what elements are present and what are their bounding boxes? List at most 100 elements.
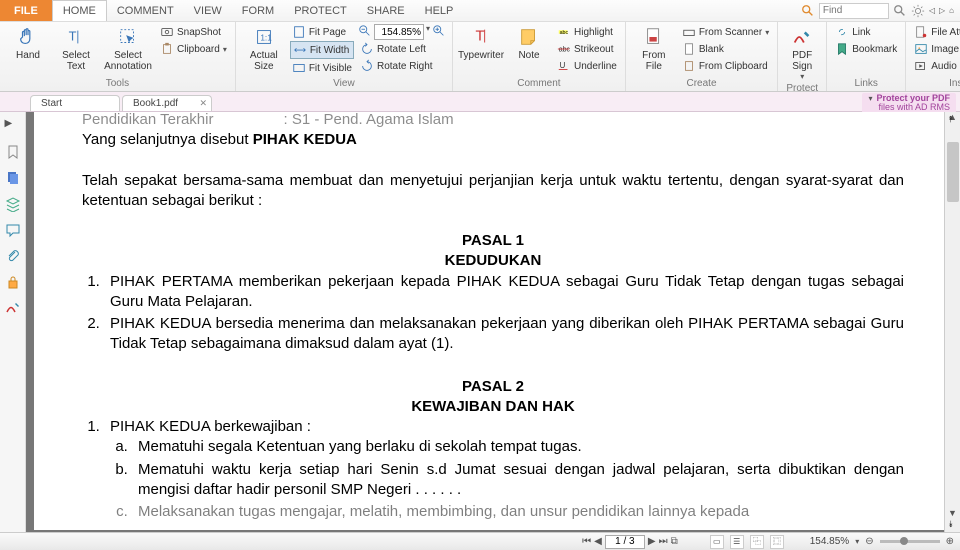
next-icon[interactable]: ▷	[939, 6, 945, 15]
group-view: 1:1Actual Size Fit Page Fit Width Fit Vi…	[236, 22, 453, 91]
page-input[interactable]	[605, 535, 645, 549]
pdf-sign[interactable]: PDF Sign▾	[784, 24, 820, 83]
zoom-in-icon[interactable]	[432, 24, 446, 38]
file-menu[interactable]: FILE	[0, 0, 52, 21]
note[interactable]: Note	[507, 24, 551, 63]
fit-width[interactable]: Fit Width	[290, 41, 354, 59]
security-panel-icon[interactable]	[5, 274, 21, 290]
tab-comment[interactable]: COMMENT	[107, 0, 184, 21]
gear-icon[interactable]	[911, 4, 925, 18]
strikeout[interactable]: abcStrikeout	[555, 41, 619, 57]
zoom-slider[interactable]	[880, 540, 940, 543]
first-page-icon[interactable]: ⏮	[582, 536, 591, 547]
scroll-down-icon[interactable]: ▼	[945, 508, 960, 518]
svg-text:1:1: 1:1	[260, 34, 272, 43]
doc-subheading: KEWAJIBAN DAN HAK	[82, 397, 904, 417]
view-continuous-icon[interactable]: ☰	[730, 535, 744, 549]
underline[interactable]: UUnderline	[555, 58, 619, 74]
expand-icon[interactable]: ⌂	[949, 6, 954, 15]
doctab-book1[interactable]: Book1.pdf✕	[122, 95, 212, 111]
tab-help[interactable]: HELP	[415, 0, 464, 21]
highlight[interactable]: abcHighlight	[555, 24, 619, 40]
doc-heading: PASAL 2	[82, 377, 904, 397]
zoom-out-btn[interactable]: ⊖	[865, 536, 873, 547]
find-input[interactable]	[819, 3, 889, 19]
nav-rail: ▶	[0, 112, 26, 532]
doc-heading: PASAL 1	[82, 231, 904, 251]
jump-bottom-icon[interactable]: ⯯	[948, 519, 953, 530]
zoom-in-btn[interactable]: ⊕	[946, 536, 954, 547]
list-item: Mematuhi waktu kerja setiap hari Senin s…	[132, 460, 904, 501]
menu-bar: FILE HOME COMMENT VIEW FORM PROTECT SHAR…	[0, 0, 960, 22]
doctab-start[interactable]: Start	[30, 95, 120, 111]
next-page-icon[interactable]: ▶	[648, 536, 656, 547]
doc-para: Telah sepakat bersama-sama membuat dan m…	[82, 171, 904, 212]
tab-share[interactable]: SHARE	[357, 0, 415, 21]
typewriter[interactable]: TTypewriter	[459, 24, 503, 63]
hand-tool[interactable]: Hand	[6, 24, 50, 63]
rotate-right[interactable]: Rotate Right	[358, 58, 446, 74]
document-tabs: Start Book1.pdf✕ ▾ Protect your PDFfiles…	[0, 92, 960, 112]
view-cont-facing-icon[interactable]: ⿴	[770, 535, 784, 549]
fit-visible[interactable]: Fit Visible	[290, 60, 354, 76]
close-icon[interactable]: ✕	[199, 98, 207, 109]
list-item: PIHAK KEDUA bersedia menerima dan melaks…	[104, 314, 904, 355]
view-single-icon[interactable]: ▭	[710, 535, 724, 549]
actual-size[interactable]: 1:1Actual Size	[242, 24, 286, 74]
last-page-icon[interactable]: ⏭	[659, 536, 668, 547]
view-facing-icon[interactable]: ⿻	[750, 535, 764, 549]
group-label: Tools	[6, 78, 229, 90]
audio-video[interactable]: Audio & Video	[912, 58, 960, 74]
clipboard[interactable]: Clipboard ▾	[158, 41, 229, 57]
from-clipboard[interactable]: From Clipboard	[680, 58, 771, 74]
select-text[interactable]: TSelect Text	[54, 24, 98, 74]
zoom-out-icon[interactable]	[358, 24, 372, 38]
snapshot[interactable]: SnapShot	[158, 24, 229, 40]
expand-nav-icon[interactable]: ▶	[5, 118, 21, 134]
scroll-thumb[interactable]	[947, 142, 959, 202]
comments-panel-icon[interactable]	[5, 222, 21, 238]
file-attachment[interactable]: File Attachment	[912, 24, 960, 40]
zoom-readout: 154.85%	[810, 536, 849, 547]
zoom-input[interactable]	[374, 24, 424, 40]
ribbon-tabs: HOME COMMENT VIEW FORM PROTECT SHARE HEL…	[52, 0, 464, 21]
prev-icon[interactable]: ◁	[929, 6, 935, 15]
tab-home[interactable]: HOME	[52, 0, 107, 21]
fit-page[interactable]: Fit Page	[290, 24, 354, 40]
svg-text:abc: abc	[560, 30, 569, 36]
list-item: PIHAK KEDUA berkewajiban : Mematuhi sega…	[104, 417, 904, 522]
bookmarks-panel-icon[interactable]	[5, 144, 21, 160]
select-annotation[interactable]: Select Annotation	[102, 24, 154, 74]
attachments-panel-icon[interactable]	[5, 248, 21, 264]
prev-page-icon[interactable]: ◀	[594, 536, 602, 547]
group-protect: PDF Sign▾ Protect	[778, 22, 827, 91]
svg-text:T: T	[69, 29, 77, 44]
sign-panel-icon[interactable]	[5, 300, 21, 316]
group-insert: File Attachment Image Annotation Audio &…	[906, 22, 960, 91]
tab-form[interactable]: FORM	[232, 0, 284, 21]
layers-panel-icon[interactable]	[5, 196, 21, 212]
list-item: Mematuhi segala Ketentuan yang berlaku d…	[132, 437, 904, 457]
tab-view[interactable]: VIEW	[184, 0, 232, 21]
pages-icon[interactable]: ⧉	[671, 536, 678, 547]
group-comment: TTypewriter Note abcHighlight abcStrikeo…	[453, 22, 626, 91]
search-icon	[801, 4, 815, 18]
page-view[interactable]: Pendidikan Terakhir: S1 - Pend. Agama Is…	[26, 112, 960, 532]
search-go-icon[interactable]	[893, 4, 907, 18]
jump-top-icon[interactable]: ⯭	[948, 114, 953, 125]
from-scanner[interactable]: From Scanner ▾	[680, 24, 771, 40]
svg-text:abc: abc	[559, 47, 571, 54]
svg-text:U: U	[560, 61, 566, 70]
group-create: From File From Scanner ▾ Blank From Clip…	[626, 22, 778, 91]
image-annotation[interactable]: Image Annotation	[912, 41, 960, 57]
pages-panel-icon[interactable]	[5, 170, 21, 186]
tab-protect[interactable]: PROTECT	[284, 0, 357, 21]
from-file[interactable]: From File	[632, 24, 676, 74]
blank[interactable]: Blank	[680, 41, 771, 57]
rotate-left[interactable]: Rotate Left	[358, 41, 446, 57]
list-item: Melaksanakan tugas mengajar, melatih, me…	[132, 502, 904, 522]
vertical-scrollbar[interactable]: ⯭ ▲ ▼ ⯯	[944, 112, 960, 532]
bookmark[interactable]: Bookmark	[833, 41, 899, 57]
ad-banner[interactable]: ▾ Protect your PDFfiles with AD RMS	[862, 93, 956, 113]
link[interactable]: Link	[833, 24, 899, 40]
